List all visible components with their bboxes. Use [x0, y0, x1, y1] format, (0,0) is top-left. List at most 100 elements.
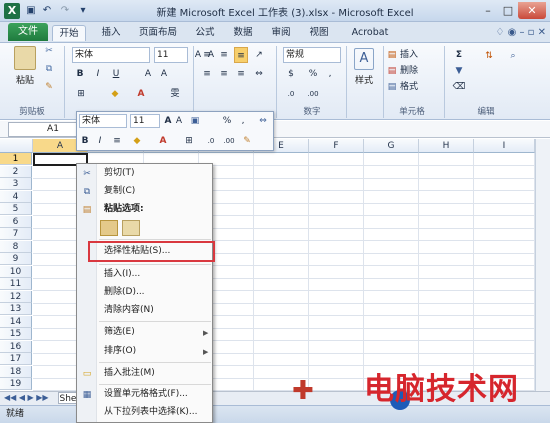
font-name-select[interactable]: 宋体	[72, 47, 150, 63]
menu-item-filter[interactable]: 筛选(E)	[104, 325, 135, 340]
maximize-icon[interactable]: □	[498, 2, 518, 19]
align-right-icon[interactable]: ≡	[234, 66, 248, 82]
mini-italic-icon[interactable]: I	[95, 134, 105, 148]
mini-grow-font-icon[interactable]: A	[163, 114, 173, 128]
menu-item-copy[interactable]: 复制(C)	[104, 184, 135, 199]
italic-icon[interactable]: I	[92, 66, 104, 82]
column-header-f[interactable]: F	[309, 139, 364, 153]
align-left-icon[interactable]: ≡	[200, 66, 214, 82]
format-painter-icon[interactable]: ✎	[42, 82, 56, 94]
menu-item-sort[interactable]: 排序(O)	[104, 344, 136, 359]
fill-icon[interactable]: ▼	[452, 63, 466, 79]
sheet-tab[interactable]: She	[58, 392, 78, 404]
find-select-icon[interactable]: ⌕	[504, 48, 522, 64]
insert-cells-button[interactable]: 插入	[400, 47, 434, 63]
row-header-5[interactable]: 5	[0, 203, 32, 215]
row-header-17[interactable]: 17	[0, 353, 32, 365]
merge-icon[interactable]: ⇔	[252, 66, 266, 82]
mini-fill-color-icon[interactable]: ◆	[130, 134, 144, 148]
ribbon-window-controls[interactable]: ♢ ◉ – ▫ ✕	[470, 25, 546, 41]
mini-format-painter-icon[interactable]: ✎	[240, 134, 254, 148]
close-icon[interactable]: ✕	[518, 2, 546, 19]
decrease-decimal-icon[interactable]: .00	[305, 86, 321, 102]
row-header-11[interactable]: 11	[0, 278, 32, 290]
customize-icon[interactable]: ▾	[76, 4, 90, 18]
delete-cells-icon[interactable]: ▤	[386, 63, 398, 79]
save-icon[interactable]: ▣	[24, 4, 38, 18]
row-header-2[interactable]: 2	[0, 165, 32, 178]
styles-button[interactable]: 样式	[352, 73, 376, 86]
redo-icon[interactable]: ↷	[58, 4, 72, 18]
mini-decrease-decimal-icon[interactable]: .00	[222, 134, 236, 148]
row-header-12[interactable]: 12	[0, 290, 32, 303]
menu-item-insert[interactable]: 插入(I)...	[104, 267, 140, 282]
currency-icon[interactable]: $	[283, 66, 299, 82]
underline-icon[interactable]: U	[110, 66, 122, 82]
select-all-corner[interactable]	[0, 139, 33, 153]
comma-icon[interactable]: ,	[324, 66, 336, 82]
tab-formulas[interactable]: 公式	[190, 25, 220, 41]
column-header-h[interactable]: H	[419, 139, 474, 153]
column-header-i[interactable]: I	[474, 139, 535, 153]
menu-item-format-cells[interactable]: 设置单元格格式(F)...	[104, 387, 188, 402]
row-header-8[interactable]: 8	[0, 240, 32, 253]
tab-acrobat[interactable]: Acrobat	[348, 25, 392, 41]
row-header-19[interactable]: 19	[0, 378, 32, 390]
font-size-select[interactable]: 11	[154, 47, 188, 63]
minimize-icon[interactable]: –	[478, 2, 498, 19]
align-top-icon[interactable]: ≡	[200, 47, 214, 63]
mini-merge-icon[interactable]: ⇔	[256, 114, 270, 128]
row-header-4[interactable]: 4	[0, 190, 32, 203]
align-middle-icon[interactable]: ≡	[217, 47, 231, 63]
paste-values-icon[interactable]	[122, 220, 140, 236]
column-header-g[interactable]: G	[364, 139, 419, 153]
row-header-1[interactable]: 1	[0, 153, 32, 165]
format-cells-button[interactable]: 格式	[400, 79, 434, 95]
paste-option-icon[interactable]	[100, 220, 118, 236]
cut-icon[interactable]: ✂	[42, 46, 56, 58]
delete-cells-button[interactable]: 删除	[400, 63, 434, 79]
styles-icon[interactable]: A	[354, 48, 374, 70]
mini-border-icon[interactable]: ⊞	[182, 134, 196, 148]
row-header-15[interactable]: 15	[0, 328, 32, 340]
autosum-icon[interactable]: Σ	[452, 47, 466, 63]
row-header-3[interactable]: 3	[0, 178, 32, 190]
paste-button[interactable]: 粘贴	[11, 73, 39, 86]
row-header-6[interactable]: 6	[0, 215, 32, 228]
insert-cells-icon[interactable]: ▤	[386, 47, 398, 63]
font-color-icon[interactable]: A	[134, 86, 148, 102]
number-format-select[interactable]: 常规	[283, 47, 341, 63]
tab-page-layout[interactable]: 页面布局	[134, 25, 182, 41]
phonetic-icon[interactable]: 雯	[168, 86, 182, 102]
sort-filter-icon[interactable]: ⇅	[480, 48, 498, 64]
vertical-scrollbar[interactable]	[535, 139, 550, 391]
tab-insert[interactable]: 插入	[96, 25, 126, 41]
border-icon[interactable]: ⊞	[74, 86, 88, 102]
mini-percent-icon[interactable]: %	[222, 114, 232, 128]
row-header-16[interactable]: 16	[0, 340, 32, 353]
decrease-size-icon[interactable]: A	[158, 66, 170, 82]
row-header-14[interactable]: 14	[0, 315, 32, 328]
menu-item-delete[interactable]: 删除(D)...	[104, 285, 145, 300]
align-bottom-icon[interactable]: ≡	[234, 47, 248, 63]
row-header-10[interactable]: 10	[0, 265, 32, 278]
undo-icon[interactable]: ↶	[40, 4, 54, 18]
tab-view[interactable]: 视图	[304, 25, 334, 41]
menu-item-clear-contents[interactable]: 清除内容(N)	[104, 303, 154, 318]
mini-font-name[interactable]: 宋体	[79, 114, 127, 128]
clear-icon[interactable]: ⌫	[452, 79, 466, 95]
row-header-18[interactable]: 18	[0, 365, 32, 378]
mini-font-size[interactable]: 11	[130, 114, 160, 128]
mini-bold-icon[interactable]: B	[80, 134, 90, 148]
mini-shrink-font-icon[interactable]: A	[174, 114, 184, 128]
tab-home[interactable]: 开始	[52, 25, 86, 41]
copy-icon[interactable]: ⧉	[42, 64, 56, 76]
menu-item-pick-from-list[interactable]: 从下拉列表中选择(K)...	[104, 405, 198, 420]
bold-icon[interactable]: B	[74, 66, 86, 82]
increase-size-icon[interactable]: A	[142, 66, 154, 82]
row-header-7[interactable]: 7	[0, 228, 32, 240]
menu-item-cut[interactable]: 剪切(T)	[104, 166, 135, 181]
mini-font-color-icon[interactable]: A	[156, 134, 170, 148]
menu-item-insert-comment[interactable]: 插入批注(M)	[104, 366, 155, 381]
sheet-nav-icons[interactable]: ◀◀ ◀ ▶ ▶▶	[4, 392, 54, 404]
